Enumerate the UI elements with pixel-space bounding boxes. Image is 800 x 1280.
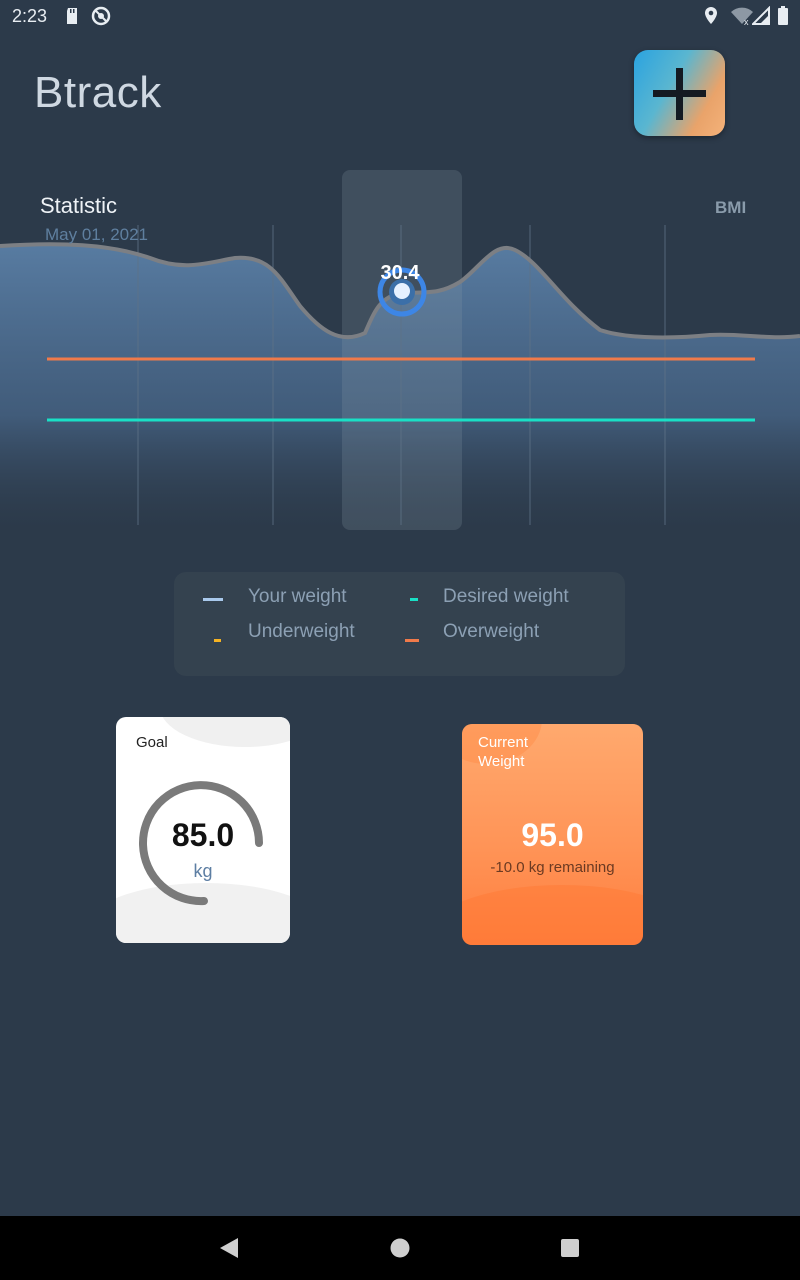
recents-icon[interactable]: [560, 1238, 580, 1263]
legend-label: Overweight: [443, 621, 540, 642]
selection-highlight: [342, 170, 462, 530]
legend-swatch: [203, 598, 223, 601]
navigation-bar: [0, 1216, 800, 1280]
selected-point: [394, 283, 410, 299]
goal-unit: kg: [193, 861, 213, 881]
home-icon[interactable]: [389, 1237, 411, 1264]
chart-metric-label: BMI: [715, 198, 747, 217]
legend-swatch: [405, 639, 419, 642]
weight-remaining: -10.0 kg remaining: [490, 859, 615, 876]
goal-value: 85.0: [171, 817, 235, 853]
chart-date: May 01, 2021: [45, 225, 149, 244]
legend-swatch: [214, 639, 221, 642]
current-weight-label: Current Weight: [478, 734, 529, 770]
chart-legend: Your weight Desired weight Underweight O…: [174, 572, 625, 676]
legend-label: Underweight: [248, 621, 355, 642]
selected-point-value: 30.4: [380, 262, 420, 284]
goal-card[interactable]: Goal 85.0 kg: [116, 717, 290, 943]
legend-label: Desired weight: [443, 586, 569, 607]
card-decoration: [462, 885, 643, 945]
legend-swatch: [410, 598, 418, 601]
goal-label: Goal: [136, 734, 168, 751]
current-weight-card[interactable]: Current Weight 95.0 -10.0 kg remaining: [462, 724, 643, 945]
legend-label: Your weight: [248, 586, 347, 607]
chart-title: Statistic: [40, 193, 118, 218]
current-weight-value: 95.0: [521, 817, 584, 853]
back-icon[interactable]: [218, 1236, 240, 1265]
